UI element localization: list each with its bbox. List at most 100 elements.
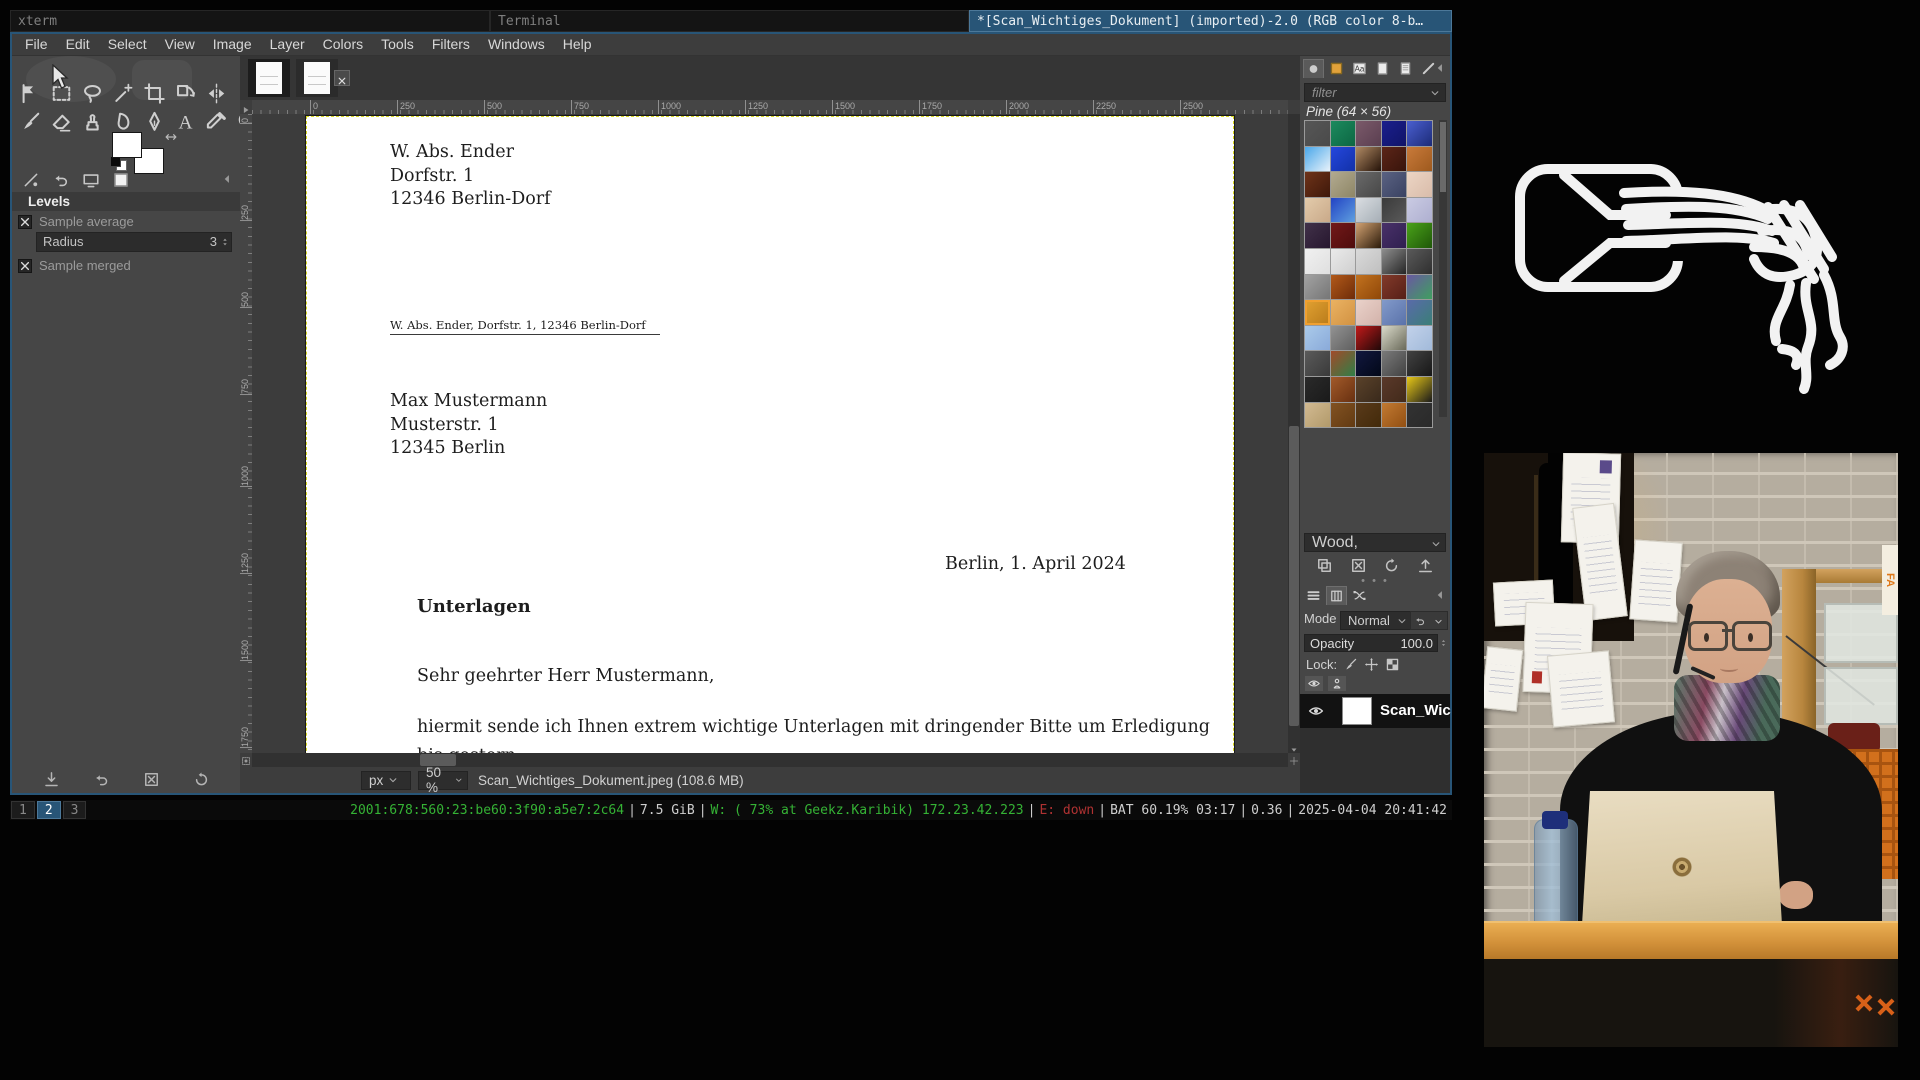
display-option-icon[interactable] — [78, 170, 104, 190]
pattern-swatch[interactable] — [1407, 249, 1432, 274]
pattern-swatch[interactable] — [1382, 351, 1407, 376]
pattern-swatch[interactable] — [1331, 249, 1356, 274]
pattern-swatch[interactable] — [1356, 403, 1381, 428]
pattern-swatch[interactable] — [1305, 223, 1330, 248]
pattern-swatch[interactable] — [1356, 147, 1381, 172]
menu-file[interactable]: File — [16, 34, 57, 55]
pattern-swatch[interactable] — [1407, 147, 1432, 172]
white-swatch-icon[interactable] — [108, 170, 134, 190]
zoom-dropdown[interactable]: 50 % — [418, 771, 468, 790]
chevron-down-icon[interactable] — [1433, 615, 1444, 626]
eraser-tool-button[interactable] — [48, 108, 75, 135]
menu-layer[interactable]: Layer — [261, 34, 314, 55]
tab-patterns[interactable] — [1326, 59, 1347, 78]
pattern-swatch[interactable] — [1331, 121, 1356, 146]
open-as-image-icon[interactable] — [1417, 557, 1434, 574]
navigation-icon[interactable] — [1288, 753, 1300, 767]
swap-colors-icon[interactable] — [164, 130, 178, 144]
workspace-1[interactable]: 1 — [11, 801, 35, 819]
scroll-down-icon[interactable] — [1288, 741, 1300, 753]
menu-windows[interactable]: Windows — [479, 34, 554, 55]
sample-average-checkbox[interactable] — [18, 215, 32, 229]
pointer-option-icon[interactable] — [18, 170, 44, 190]
pattern-swatch[interactable] — [1305, 121, 1330, 146]
pattern-swatch[interactable] — [1407, 300, 1432, 325]
pattern-swatch[interactable] — [1331, 275, 1356, 300]
foreground-color-swatch[interactable] — [112, 132, 142, 158]
pattern-swatch[interactable] — [1382, 249, 1407, 274]
layer-visibility-icon[interactable] — [1308, 703, 1324, 719]
pattern-swatch[interactable] — [1331, 377, 1356, 402]
pattern-swatch[interactable] — [1331, 223, 1356, 248]
delete-settings-icon[interactable] — [143, 771, 160, 788]
pattern-swatch[interactable] — [1382, 377, 1407, 402]
pattern-swatch[interactable] — [1407, 351, 1432, 376]
pattern-swatch[interactable] — [1331, 326, 1356, 351]
pattern-swatch[interactable] — [1382, 326, 1407, 351]
pattern-swatch[interactable] — [1305, 326, 1330, 351]
pattern-swatch[interactable] — [1382, 121, 1407, 146]
pattern-swatch[interactable] — [1356, 377, 1381, 402]
window-title-1[interactable]: xterm — [10, 10, 490, 32]
pattern-swatch[interactable] — [1382, 403, 1407, 428]
free-select-tool-button[interactable] — [79, 80, 106, 107]
mode-reset-icon[interactable] — [1414, 615, 1426, 627]
pattern-swatch[interactable] — [1382, 147, 1407, 172]
canvas-viewport[interactable]: W. Abs. Ender Dorfstr. 1 12346 Berlin-Do… — [252, 114, 1288, 753]
pattern-scrollbar[interactable] — [1439, 120, 1447, 417]
pattern-swatch[interactable] — [1305, 300, 1330, 325]
lock-position-icon[interactable] — [1364, 657, 1379, 672]
pattern-swatch[interactable] — [1305, 403, 1330, 428]
layer-row[interactable]: Scan_Wic — [1300, 694, 1450, 728]
menu-image[interactable]: Image — [204, 34, 261, 55]
pattern-swatch[interactable] — [1331, 300, 1356, 325]
quick-mask-toggle-icon[interactable] — [240, 753, 252, 767]
pattern-swatch[interactable] — [1356, 121, 1381, 146]
lock-pixels-icon[interactable] — [1343, 657, 1358, 672]
pattern-swatch[interactable] — [1356, 198, 1381, 223]
pattern-swatch[interactable] — [1356, 300, 1381, 325]
pattern-swatch[interactable] — [1356, 172, 1381, 197]
align-tool-button[interactable] — [17, 80, 44, 107]
undo-option-icon[interactable] — [48, 170, 74, 190]
paintbrush-tool-button[interactable] — [17, 108, 44, 135]
pattern-swatch[interactable] — [1382, 300, 1407, 325]
collapse-dock-icon[interactable] — [1433, 61, 1447, 75]
pattern-swatch[interactable] — [1382, 198, 1407, 223]
pattern-swatch[interactable] — [1407, 377, 1432, 402]
pattern-swatch[interactable] — [1407, 198, 1432, 223]
close-image-icon[interactable] — [334, 70, 350, 86]
window-title-2[interactable]: Terminal — [490, 10, 969, 32]
pattern-filter-input[interactable]: filter — [1304, 83, 1446, 102]
image-tab-active[interactable] — [248, 59, 290, 97]
transform-tool-button[interactable] — [172, 80, 199, 107]
pattern-swatch[interactable] — [1407, 223, 1432, 248]
radius-input[interactable]: Radius 3 — [36, 232, 232, 252]
canvas-menu-icon[interactable] — [240, 100, 252, 114]
tab-buffers[interactable] — [1395, 59, 1416, 78]
color-picker-tool-button[interactable] — [203, 108, 230, 135]
pattern-swatch[interactable] — [1356, 326, 1381, 351]
opacity-spinner[interactable] — [1439, 635, 1448, 651]
restore-settings-icon[interactable] — [93, 771, 110, 788]
pattern-swatch[interactable] — [1305, 172, 1330, 197]
pattern-swatch[interactable] — [1305, 377, 1330, 402]
menu-filters[interactable]: Filters — [423, 34, 479, 55]
save-settings-icon[interactable] — [43, 771, 60, 788]
visibility-header-icon[interactable] — [1304, 675, 1324, 692]
pattern-swatch[interactable] — [1331, 172, 1356, 197]
pattern-swatch[interactable] — [1382, 223, 1407, 248]
workspace-3[interactable]: 3 — [63, 801, 87, 819]
tab-document-history[interactable] — [1372, 59, 1393, 78]
collapse-panel-icon[interactable] — [220, 172, 234, 186]
collapse-dock-icon[interactable] — [1433, 588, 1447, 602]
pattern-swatch[interactable] — [1407, 403, 1432, 428]
sample-merged-checkbox[interactable] — [18, 259, 32, 273]
workspace-2[interactable]: 2 — [37, 801, 61, 819]
image-tab[interactable] — [296, 59, 338, 97]
pattern-swatch[interactable] — [1305, 351, 1330, 376]
pattern-swatch[interactable] — [1407, 172, 1432, 197]
brush-list-dropdown[interactable]: Wood, — [1304, 533, 1446, 552]
menu-tools[interactable]: Tools — [372, 34, 423, 55]
crop-tool-button[interactable] — [141, 80, 168, 107]
